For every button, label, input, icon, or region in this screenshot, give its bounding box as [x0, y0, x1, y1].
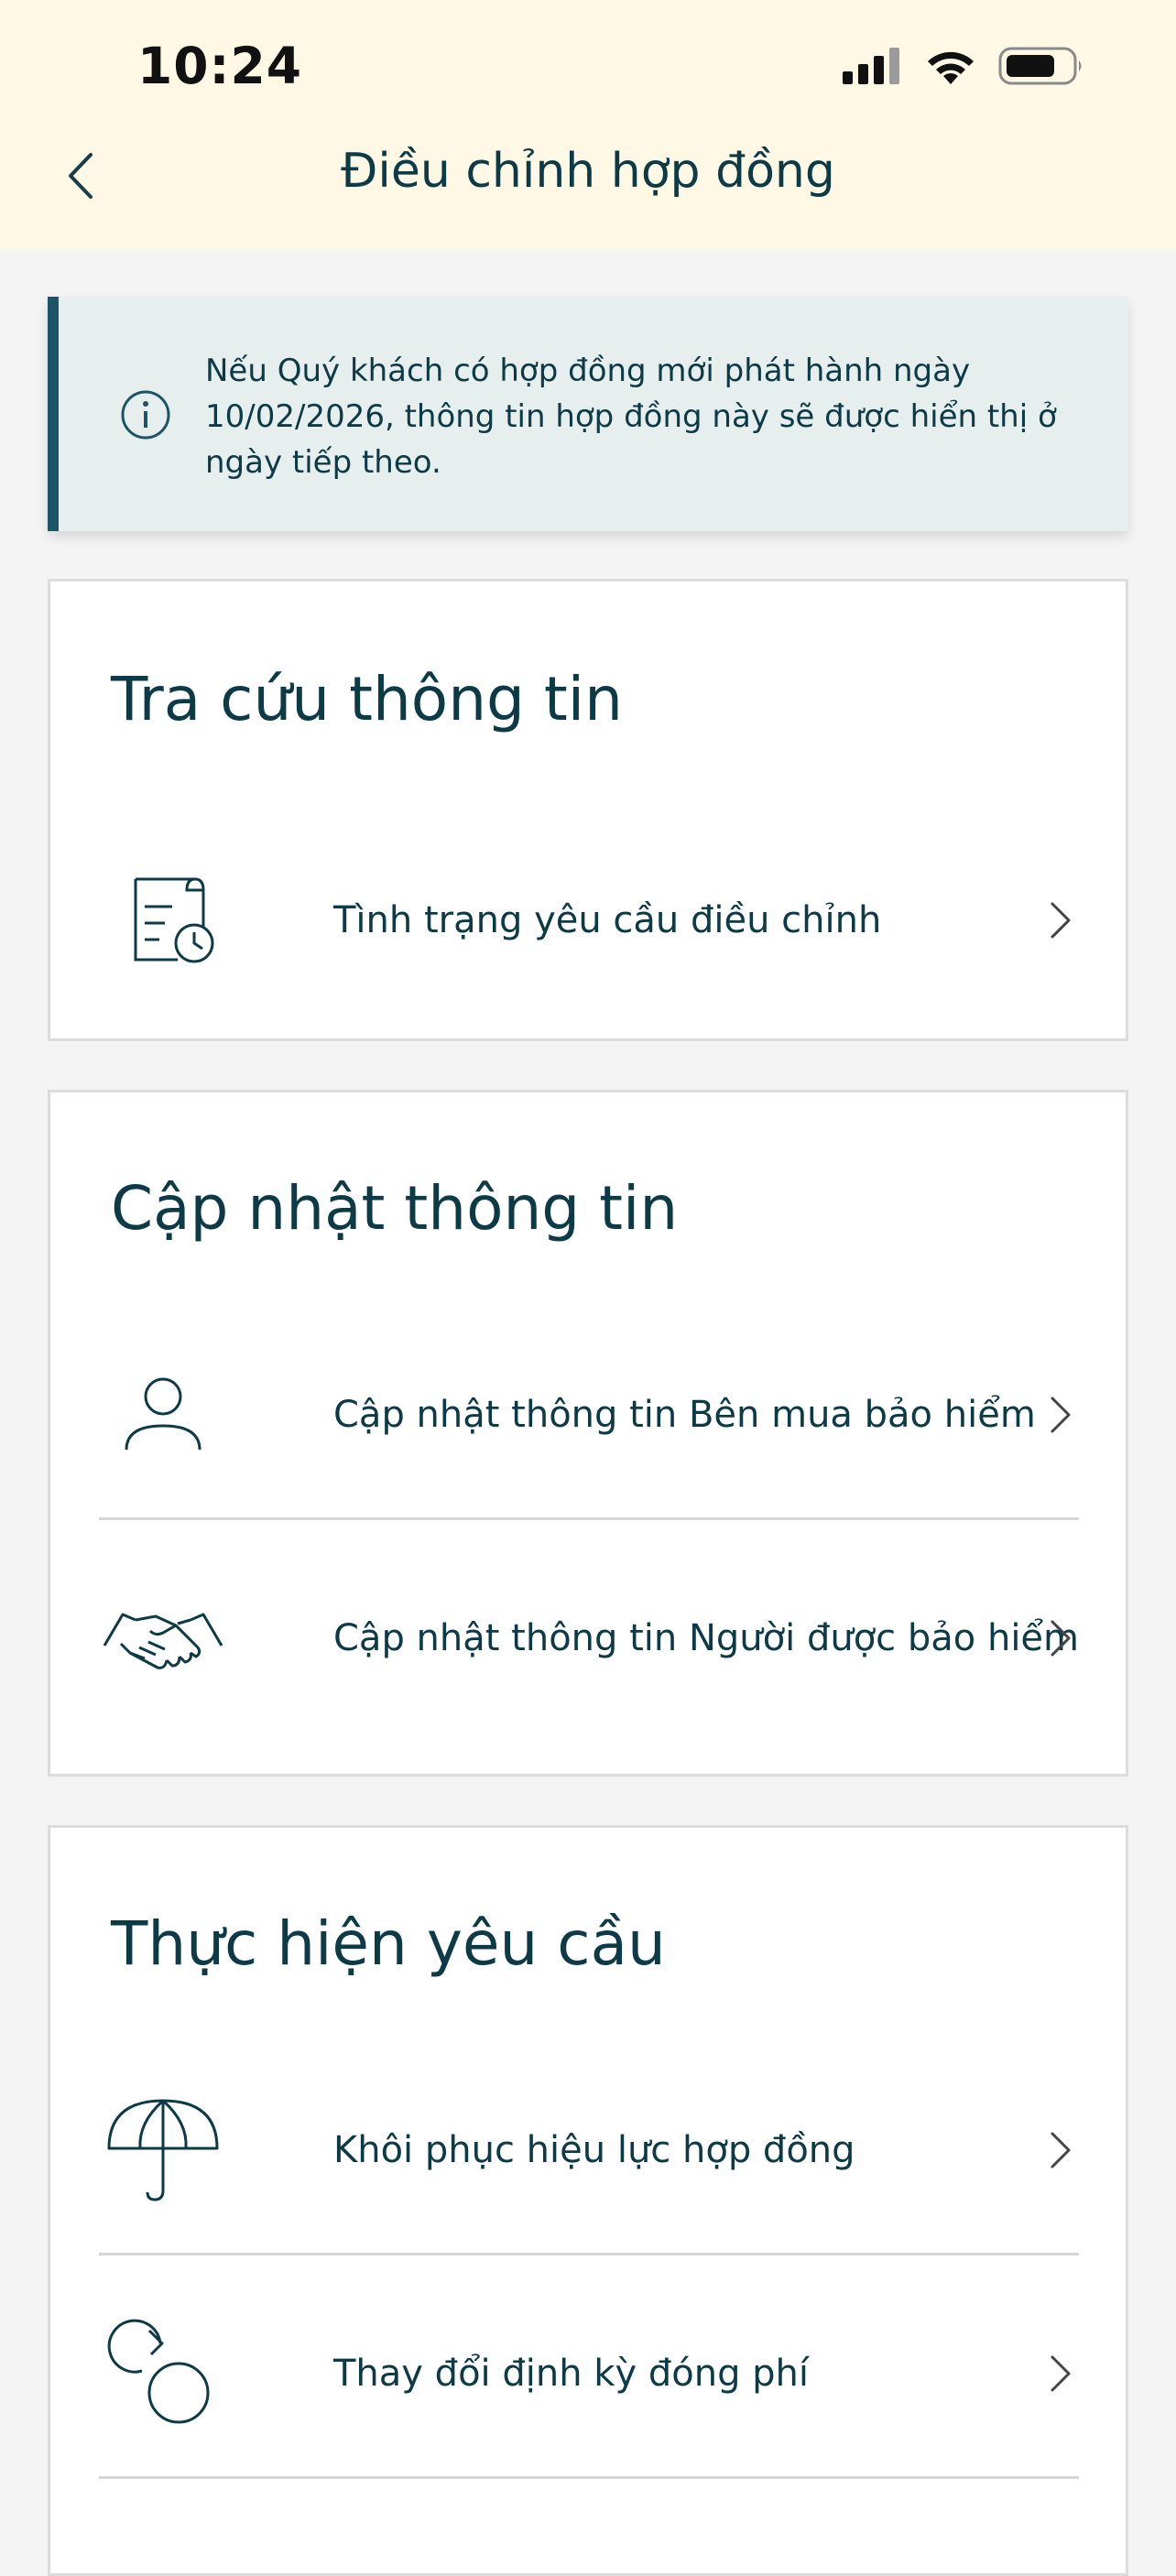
handshake-icon	[99, 1583, 227, 1693]
document-clock-icon	[99, 865, 227, 975]
update-policyholder-item[interactable]: Cập nhật thông tin Bên mua bảo hiểm	[99, 1305, 1079, 1525]
update-title: Cập nhật thông tin	[111, 1173, 679, 1244]
umbrella-icon	[99, 2095, 227, 2205]
request-card: Thực hiện yêu cầu Khôi phục hiệu lực hợp…	[48, 1825, 1128, 2576]
status-icons	[843, 46, 1084, 86]
lookup-request-status-item[interactable]: Tình trạng yêu cầu điều chỉnh	[99, 810, 1079, 1030]
battery-icon	[998, 47, 1082, 85]
change-payment-frequency-item[interactable]: Thay đổi định kỳ đóng phí	[99, 2264, 1079, 2484]
person-icon	[99, 1360, 227, 1470]
update-card: Cập nhật thông tin Cập nhật thông tin Bê…	[48, 1090, 1128, 1777]
row-label: Cập nhật thông tin Bên mua bảo hiểm	[333, 1394, 1036, 1436]
header: 10:24 Điều chỉnh hợp đồng	[0, 0, 1176, 249]
lookup-card: Tra cứu thông tin Tình trạng yêu cầu điề…	[48, 579, 1128, 1041]
reinstate-policy-item[interactable]: Khôi phục hiệu lực hợp đồng	[99, 2040, 1079, 2260]
divider	[99, 1517, 1079, 1520]
row-label: Khôi phục hiệu lực hợp đồng	[333, 2129, 855, 2171]
lookup-title: Tra cứu thông tin	[111, 664, 623, 734]
page-title: Điều chỉnh hợp đồng	[341, 144, 835, 199]
wifi-icon	[928, 51, 974, 84]
row-label: Thay đổi định kỳ đóng phí	[333, 2353, 810, 2395]
chevron-right-icon	[1042, 2123, 1079, 2178]
divider	[99, 2253, 1079, 2255]
notice-text: Nếu Quý khách có hợp đồng mới phát hành …	[205, 353, 1057, 481]
row-label: Cập nhật thông tin Người được bảo hiểm	[333, 1617, 1080, 1659]
chevron-right-icon	[1042, 2346, 1079, 2401]
cycle-icon	[99, 2319, 227, 2429]
request-title: Thực hiện yêu cầu	[111, 1908, 666, 1979]
signal-icon	[843, 48, 899, 84]
chevron-right-icon	[1042, 1611, 1079, 1666]
divider	[99, 2476, 1079, 2479]
info-icon	[121, 390, 170, 440]
row-label: Tình trạng yêu cầu điều chỉnh	[333, 899, 882, 941]
status-time: 10:24	[137, 37, 303, 95]
update-insured-item[interactable]: Cập nhật thông tin Người được bảo hiểm	[99, 1528, 1079, 1748]
info-notice: Nếu Quý khách có hợp đồng mới phát hành …	[48, 297, 1128, 531]
chevron-right-icon	[1042, 893, 1079, 948]
chevron-right-icon	[1042, 1387, 1079, 1442]
